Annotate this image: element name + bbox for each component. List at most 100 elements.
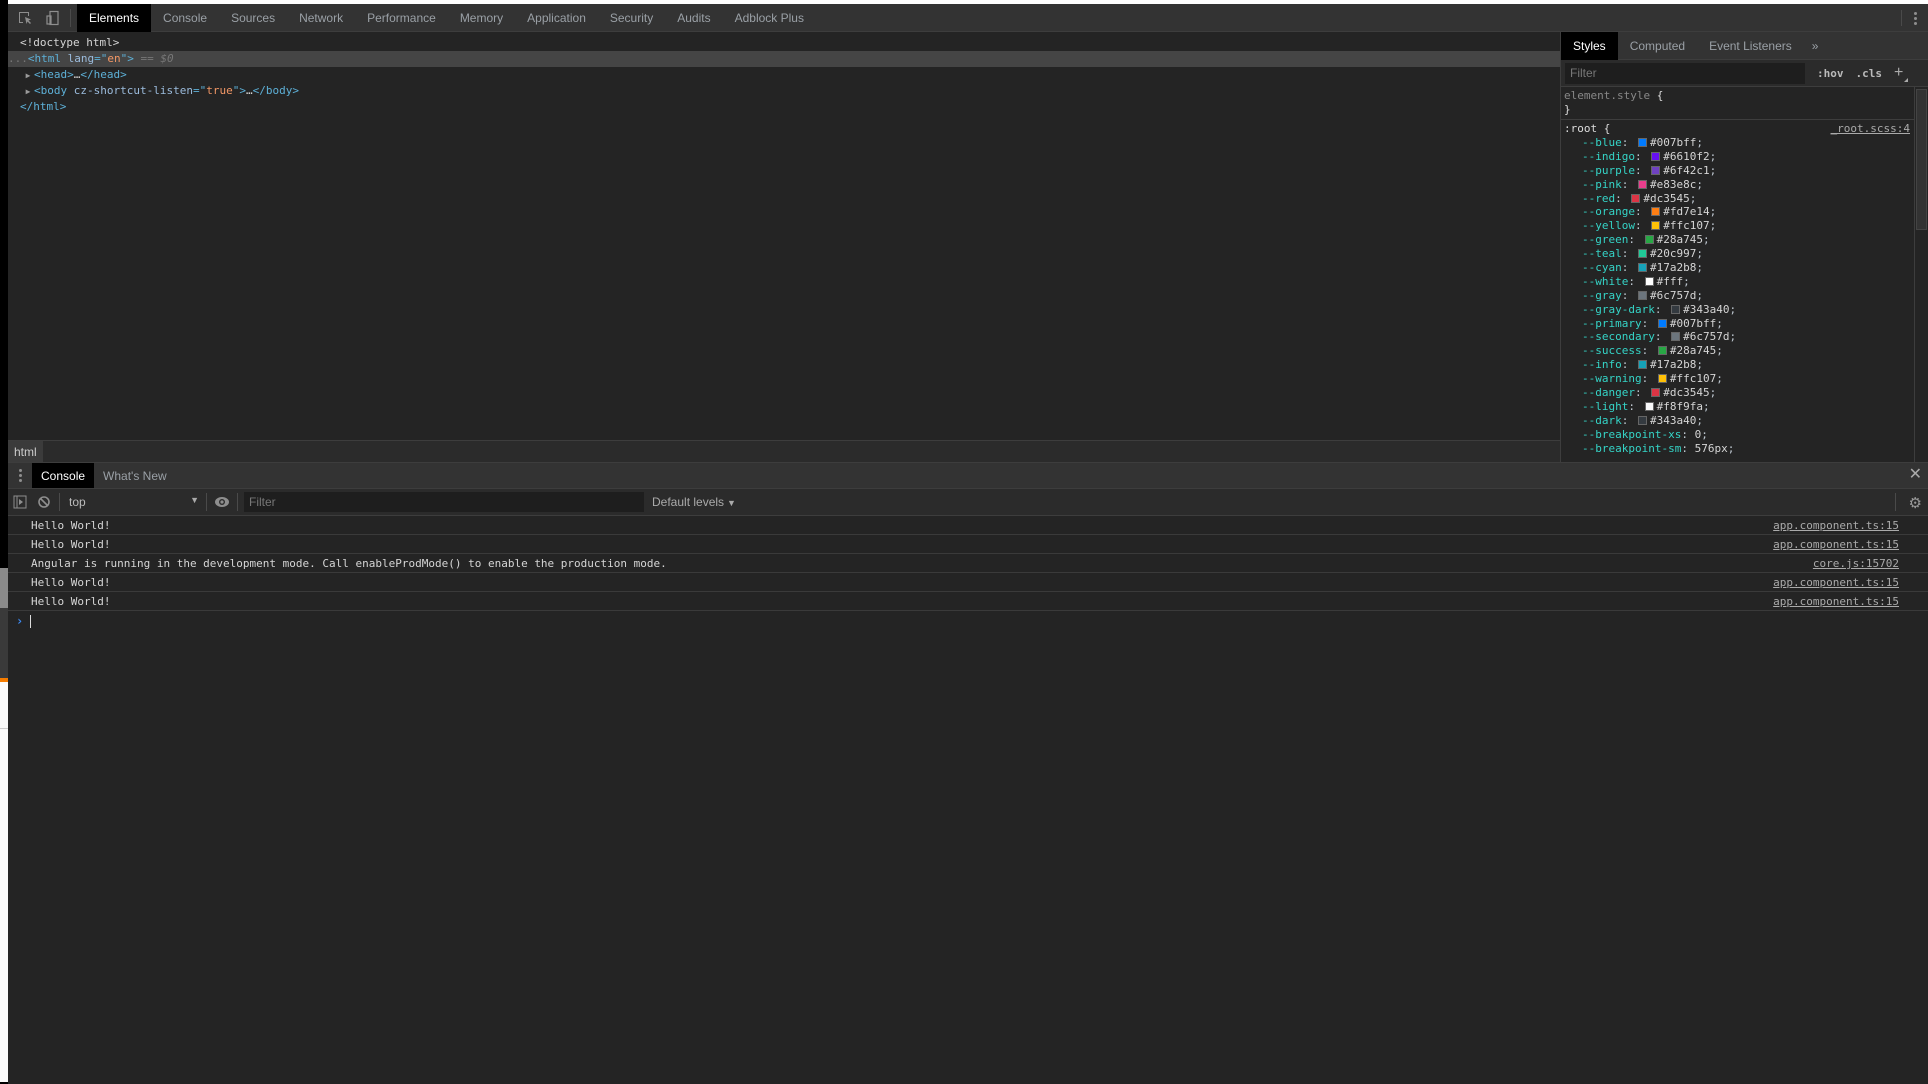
css-property[interactable]: --teal: #20c997; [1564,247,1910,261]
dom-node-html[interactable]: ...<html lang="en"> == $0 [8,51,1560,67]
message-source-link[interactable]: app.component.ts:15 [1773,538,1899,551]
drawer-tab-whats-new[interactable]: What's New [94,463,176,488]
property-value[interactable]: #fd7e14 [1663,205,1709,218]
color-swatch-icon[interactable] [1651,165,1661,175]
property-name[interactable]: --gray [1582,289,1622,302]
property-value[interactable]: 0 [1695,428,1702,441]
property-name[interactable]: --red [1582,192,1615,205]
collapsed-ellipsis[interactable]: … [246,84,253,97]
css-property[interactable]: --indigo: #6610f2; [1564,150,1910,164]
tab-styles[interactable]: Styles [1561,31,1618,60]
property-name[interactable]: --cyan [1582,261,1622,274]
property-value[interactable]: #ffc107 [1663,219,1709,232]
css-property[interactable]: --success: #28a745; [1564,344,1910,358]
color-swatch-icon[interactable] [1657,318,1667,328]
tab-network[interactable]: Network [287,4,355,32]
css-property[interactable]: --info: #17a2b8; [1564,358,1910,372]
tab-security[interactable]: Security [598,4,665,32]
expand-triangle-icon[interactable]: ▶ [8,84,34,100]
close-icon[interactable]: ✕ [1909,467,1922,483]
css-property[interactable]: --dark: #343a40; [1564,414,1910,428]
message-source-link[interactable]: app.component.ts:15 [1773,595,1899,608]
styles-filter-input[interactable] [1565,62,1805,84]
expand-triangle-icon[interactable]: ▶ [8,68,34,84]
tab-elements[interactable]: Elements [77,3,152,32]
css-property[interactable]: --secondary: #6c757d; [1564,330,1910,344]
property-name[interactable]: --breakpoint-sm [1582,442,1681,455]
scrollbar-thumb[interactable] [1916,89,1927,230]
css-property[interactable]: --orange: #fd7e14; [1564,205,1910,219]
css-property[interactable]: --purple: #6f42c1; [1564,164,1910,178]
css-property[interactable]: --primary: #007bff; [1564,317,1910,331]
color-swatch-icon[interactable] [1644,401,1654,411]
property-name[interactable]: --breakpoint-xs [1582,428,1681,441]
node-actions-icon[interactable]: ... [8,52,28,65]
color-swatch-icon[interactable] [1638,179,1647,189]
property-name[interactable]: --secondary [1582,330,1655,343]
property-value[interactable]: #dc3545 [1663,386,1709,399]
property-name[interactable]: --warning [1582,372,1642,385]
property-name[interactable]: --green [1582,233,1628,246]
more-tabs-chevron-icon[interactable]: » [1804,39,1827,53]
color-swatch-icon[interactable] [1644,276,1654,286]
gear-icon[interactable]: ⚙ [1909,494,1922,512]
drawer-tab-console[interactable]: Console [32,463,95,488]
property-name[interactable]: --orange [1582,205,1635,218]
message-source-link[interactable]: core.js:15702 [1813,557,1899,570]
color-swatch-icon[interactable] [1638,249,1647,259]
css-property[interactable]: --breakpoint-xs: 0; [1564,428,1910,442]
css-property[interactable]: --gray-dark: #343a40; [1564,303,1910,317]
css-property[interactable]: --yellow: #ffc107; [1564,219,1910,233]
property-value[interactable]: #20c997 [1650,247,1696,260]
color-swatch-icon[interactable] [1651,151,1661,161]
tab-adblock-plus[interactable]: Adblock Plus [723,4,816,32]
color-swatch-icon[interactable] [1631,193,1641,203]
property-name[interactable]: --white [1582,275,1628,288]
property-value[interactable]: #6f42c1 [1663,164,1709,177]
property-value[interactable]: #007bff [1650,136,1696,149]
tab-console[interactable]: Console [151,4,219,32]
property-value[interactable]: #6c757d [1650,289,1696,302]
tab-performance[interactable]: Performance [355,4,448,32]
css-property[interactable]: --gray: #6c757d; [1564,289,1910,303]
property-value[interactable]: #343a40 [1683,303,1729,316]
color-swatch-icon[interactable] [1638,263,1647,273]
css-property[interactable]: --red: #dc3545; [1564,192,1910,206]
color-swatch-icon[interactable] [1651,388,1661,398]
color-swatch-icon[interactable] [1638,290,1647,300]
color-swatch-icon[interactable] [1638,138,1647,147]
property-value[interactable]: #fff [1657,275,1684,288]
dom-node-doctype[interactable]: <!doctype html> [8,35,1560,51]
css-property[interactable]: --pink: #e83e8c; [1564,178,1910,192]
tab-memory[interactable]: Memory [448,4,515,32]
class-toggle[interactable]: .cls [1856,67,1883,80]
property-name[interactable]: --dark [1582,414,1622,427]
property-value[interactable]: #17a2b8 [1650,358,1696,371]
breadcrumb-item-html[interactable]: html [8,441,43,462]
customize-devtools-menu-icon[interactable] [1908,8,1922,28]
property-value[interactable]: #007bff [1670,317,1716,330]
tab-computed[interactable]: Computed [1618,32,1697,60]
tab-application[interactable]: Application [515,4,598,32]
inspect-element-icon[interactable] [14,7,36,29]
console-prompt[interactable]: › [8,611,1928,631]
property-name[interactable]: --light [1582,400,1628,413]
property-name[interactable]: --gray-dark [1582,303,1655,316]
property-value[interactable]: #f8f9fa [1657,400,1703,413]
clear-console-icon[interactable] [32,495,56,509]
new-style-rule-plus-icon[interactable]: + [1894,64,1909,82]
color-swatch-icon[interactable] [1638,415,1647,425]
property-name[interactable]: --blue [1582,136,1622,149]
property-value[interactable]: #343a40 [1650,414,1696,427]
property-value[interactable]: #ffc107 [1670,372,1716,385]
property-name[interactable]: --success [1582,344,1642,357]
property-name[interactable]: --primary [1582,317,1642,330]
live-expression-eye-icon[interactable] [210,496,234,508]
rule-source-link[interactable]: _root.scss:4 [1831,122,1910,136]
styles-scrollbar[interactable] [1914,87,1928,462]
dom-node-body[interactable]: ▶ <body cz-shortcut-listen="true">…</body… [8,83,1560,99]
drawer-menu-icon[interactable] [8,469,32,482]
tab-audits[interactable]: Audits [665,4,722,32]
property-value[interactable]: #6610f2 [1663,150,1709,163]
color-swatch-icon[interactable] [1671,304,1681,314]
